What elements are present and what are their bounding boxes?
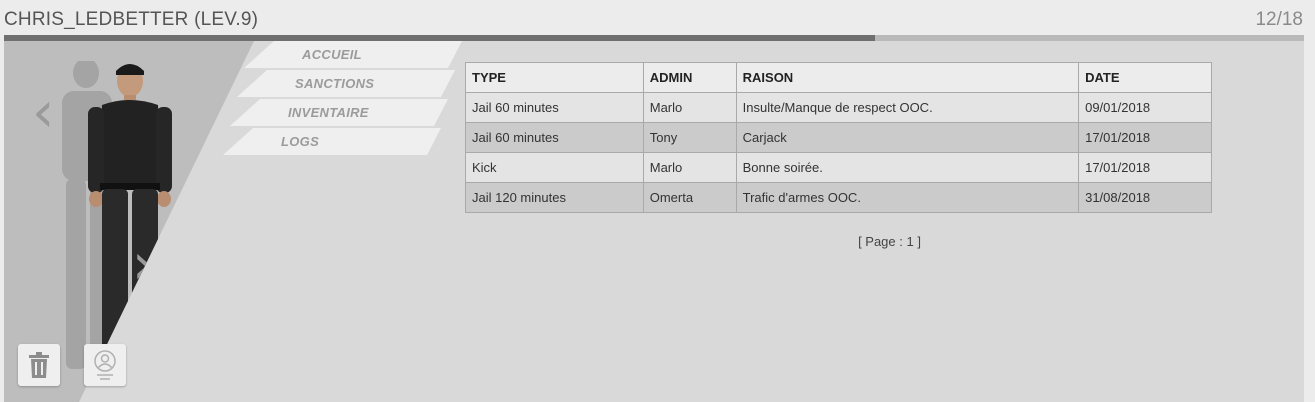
table-row: Kick Marlo Bonne soirée. 17/01/2018 — [465, 152, 1212, 183]
trash-icon — [29, 352, 49, 378]
cell-raison: Carjack — [735, 122, 1080, 153]
menu-item-label: LOGS — [281, 134, 320, 149]
cell-type: Jail 120 minutes — [465, 182, 644, 213]
cell-type: Jail 60 minutes — [465, 122, 644, 153]
column-header-admin: ADMIN — [642, 62, 737, 93]
cell-admin: Marlo — [642, 92, 737, 123]
menu-item-label: ACCUEIL — [302, 47, 362, 62]
column-header-date: DATE — [1078, 62, 1212, 93]
user-profile-icon — [94, 350, 116, 380]
cell-raison: Trafic d'armes OOC. — [735, 182, 1080, 213]
player-panel: ‹ › ACCUEIL SANCTIONS INVENTAIRE LOGS TY… — [4, 41, 1304, 402]
player-title: CHRIS_LEDBETTER (LEV.9) — [4, 9, 259, 30]
column-header-raison: RAISON — [735, 62, 1080, 93]
table-row: Jail 60 minutes Tony Carjack 17/01/2018 — [465, 122, 1212, 153]
cell-date: 31/08/2018 — [1078, 182, 1212, 213]
cell-type: Kick — [465, 152, 644, 183]
cell-type: Jail 60 minutes — [465, 92, 644, 123]
menu-item-inventaire[interactable]: INVENTAIRE — [230, 99, 448, 126]
cell-admin: Tony — [642, 122, 737, 153]
column-header-type: TYPE — [465, 62, 644, 93]
menu-item-sanctions[interactable]: SANCTIONS — [237, 70, 455, 97]
menu-item-accueil[interactable]: ACCUEIL — [244, 41, 462, 68]
table-row: Jail 120 minutes Omerta Trafic d'armes O… — [465, 182, 1212, 213]
menu-item-label: SANCTIONS — [295, 76, 375, 91]
player-counter: 12/18 — [1255, 9, 1303, 30]
cell-admin: Marlo — [642, 152, 737, 183]
delete-button[interactable] — [18, 344, 60, 386]
cell-date: 09/01/2018 — [1078, 92, 1212, 123]
sanctions-table: TYPE ADMIN RAISON DATE Jail 60 minutes M… — [465, 62, 1212, 213]
profile-button[interactable] — [84, 344, 126, 386]
table-row: Jail 60 minutes Marlo Insulte/Manque de … — [465, 92, 1212, 123]
pagination-label: [ Page : 1 ] — [858, 234, 921, 249]
cell-raison: Insulte/Manque de respect OOC. — [735, 92, 1080, 123]
menu-item-label: INVENTAIRE — [288, 105, 369, 120]
table-header-row: TYPE ADMIN RAISON DATE — [465, 62, 1212, 93]
cell-date: 17/01/2018 — [1078, 122, 1212, 153]
character-image — [62, 61, 172, 379]
cell-raison: Bonne soirée. — [735, 152, 1080, 183]
chevron-left-icon[interactable]: ‹ — [32, 85, 54, 141]
cell-admin: Omerta — [642, 182, 737, 213]
cell-date: 17/01/2018 — [1078, 152, 1212, 183]
menu-item-logs[interactable]: LOGS — [223, 128, 441, 155]
header: CHRIS_LEDBETTER (LEV.9) 12/18 — [0, 0, 1315, 41]
chevron-right-icon[interactable]: › — [132, 237, 154, 293]
